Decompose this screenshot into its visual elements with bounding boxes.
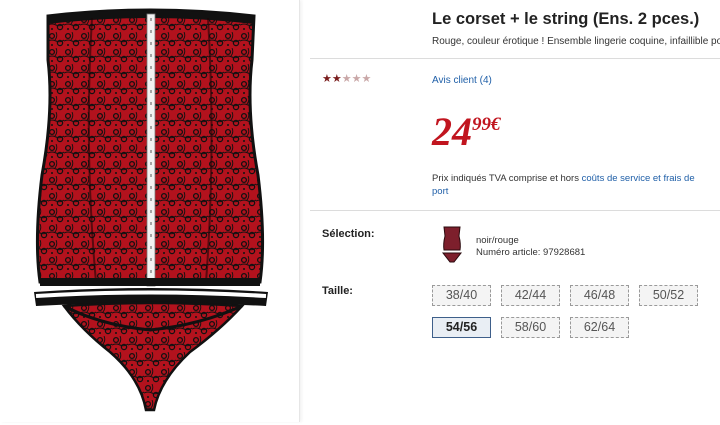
size-option[interactable]: 38/40 <box>432 285 491 306</box>
product-image-panel[interactable] <box>0 0 300 422</box>
divider <box>310 210 720 211</box>
size-option[interactable]: 46/48 <box>570 285 629 306</box>
size-option[interactable]: 50/52 <box>639 285 698 306</box>
price-cents: 99€ <box>472 114 501 135</box>
price: 2499€ <box>432 112 501 152</box>
product-thumbnail[interactable] <box>440 226 464 264</box>
price-whole: 24 <box>432 109 472 154</box>
selection-label: Sélection: <box>322 228 375 240</box>
tva-text: Prix indiqués TVA comprise et hors <box>432 173 582 184</box>
rating-stars[interactable]: ★ ★ ★ ★ ★ <box>322 74 371 85</box>
size-option[interactable]: 62/64 <box>570 317 629 338</box>
selection-details: noir/rouge Numéro article: 97928681 <box>476 235 585 259</box>
selection-color: noir/rouge <box>476 235 519 246</box>
star-empty-icon: ★ <box>351 73 362 85</box>
tva-note: Prix indiqués TVA comprise et hors coûts… <box>432 172 712 198</box>
star-empty-icon: ★ <box>341 73 352 85</box>
star-empty-icon: ★ <box>361 73 372 85</box>
star-filled-icon: ★ <box>322 73 332 85</box>
size-label: Taille: <box>322 285 353 297</box>
product-info: Le corset + le string (Ens. 2 pces.) Rou… <box>310 0 720 425</box>
article-number: Numéro article: 97928681 <box>476 247 586 258</box>
product-subtitle: Rouge, couleur érotique ! Ensemble linge… <box>432 36 720 47</box>
product-image <box>34 8 268 412</box>
reviews-link[interactable]: Avis client (4) <box>432 75 492 86</box>
star-filled-icon: ★ <box>331 73 342 85</box>
size-option-selected[interactable]: 54/56 <box>432 317 491 338</box>
product-title: Le corset + le string (Ens. 2 pces.) <box>432 10 700 28</box>
size-option[interactable]: 58/60 <box>501 317 560 338</box>
divider <box>310 58 720 59</box>
size-option[interactable]: 42/44 <box>501 285 560 306</box>
